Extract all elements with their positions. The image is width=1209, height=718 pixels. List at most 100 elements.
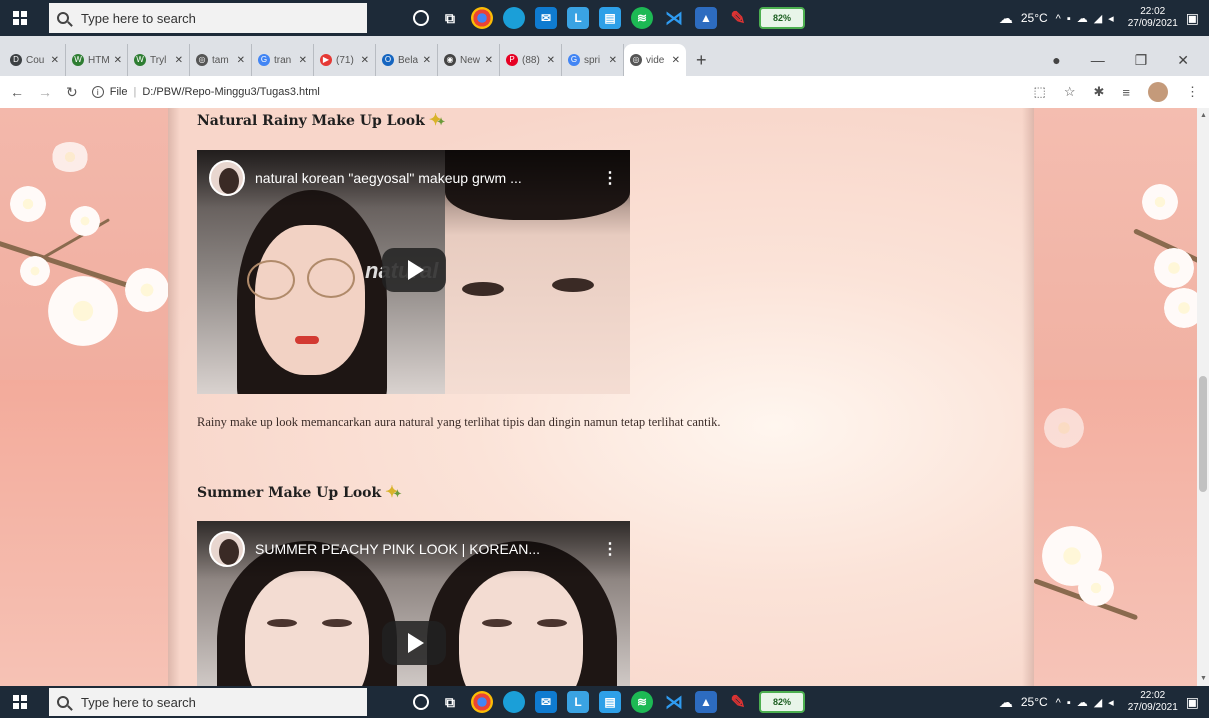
- store-icon[interactable]: L: [567, 7, 589, 29]
- video-player-2[interactable]: SUMMER PEACHY PINK LOOK | KOREAN... ⋮: [197, 521, 630, 686]
- tab-6[interactable]: O Bela ✕: [376, 44, 438, 76]
- mail-icon[interactable]: ✉: [535, 691, 557, 713]
- sparkle-icon: [429, 110, 447, 130]
- minimize-icon[interactable]: —: [1091, 52, 1105, 68]
- channel-avatar[interactable]: [209, 531, 245, 567]
- translate-icon[interactable]: ⬚: [1034, 84, 1046, 100]
- tab-9[interactable]: Gspri ✕: [562, 44, 624, 76]
- store-icon[interactable]: L: [567, 691, 589, 713]
- video-menu-icon[interactable]: ⋮: [602, 539, 618, 559]
- tab-close-icon[interactable]: ✕: [672, 55, 680, 66]
- edge-icon[interactable]: [503, 7, 525, 29]
- tab-close-icon[interactable]: ✕: [485, 55, 493, 66]
- task-view-icon[interactable]: ⧉: [439, 691, 461, 713]
- tab-close-icon[interactable]: ✕: [361, 55, 369, 66]
- video-title[interactable]: SUMMER PEACHY PINK LOOK | KOREAN...: [255, 541, 565, 557]
- cortana-icon[interactable]: [413, 10, 429, 26]
- tab-favicon-icon: ◉: [444, 54, 456, 66]
- battery-app-icon[interactable]: 82%: [759, 7, 805, 29]
- tab-label: Bela: [398, 54, 419, 66]
- page-viewport: Natural Rainy Make Up Look natural natur…: [0, 108, 1197, 686]
- extensions-icon[interactable]: ✱: [1094, 84, 1105, 100]
- start-button[interactable]: [0, 0, 40, 36]
- tab-favicon-icon: ▶: [320, 54, 332, 66]
- vscode-icon[interactable]: ⋊: [663, 691, 685, 713]
- url-text: D:/PBW/Repo-Minggu3/Tugas3.html: [142, 86, 320, 98]
- tab-close-icon[interactable]: ✕: [237, 55, 245, 66]
- tab-3[interactable]: ◎ tam ✕: [190, 44, 252, 76]
- tab-4[interactable]: Gtran ✕: [252, 44, 314, 76]
- play-button[interactable]: [382, 621, 446, 665]
- notification-icon[interactable]: ▣: [1186, 10, 1199, 27]
- maximize-icon[interactable]: ❐: [1135, 52, 1148, 69]
- video-player-1[interactable]: natural natural korean "aegyosal" makeup…: [197, 150, 630, 394]
- tab-favicon-icon: O: [382, 54, 394, 66]
- files-icon[interactable]: ▤: [599, 691, 621, 713]
- notification-icon[interactable]: ▣: [1186, 694, 1199, 711]
- photos-icon[interactable]: ▲: [695, 7, 717, 29]
- spotify-icon[interactable]: ≋: [631, 691, 653, 713]
- profile-dot-icon[interactable]: ●: [1052, 52, 1060, 68]
- reload-icon[interactable]: ↻: [66, 84, 78, 101]
- weather-temp[interactable]: 25°C: [1021, 695, 1048, 709]
- video-title[interactable]: natural korean "aegyosal" makeup grwm ..…: [255, 170, 565, 186]
- forward-icon[interactable]: →: [38, 84, 52, 100]
- page-scrollbar[interactable]: ▲ ▼: [1197, 108, 1209, 686]
- tray-icons[interactable]: ^▪☁◢◂: [1056, 696, 1120, 709]
- menu-kebab-icon[interactable]: ⋮: [1186, 84, 1199, 100]
- new-tab-button[interactable]: +: [686, 44, 717, 76]
- photos-icon[interactable]: ▲: [695, 691, 717, 713]
- play-button[interactable]: [382, 248, 446, 292]
- clock[interactable]: 22:02 27/09/2021: [1128, 6, 1178, 30]
- tab-strip: D Cou ✕ W HTM ✕ W Tryl ✕ ◎ tam ✕ Gtran ✕ ▶ (71) ✕ O Bela ✕ ◉…: [0, 36, 1209, 76]
- scroll-up-icon[interactable]: ▲: [1200, 112, 1207, 119]
- chrome-icon[interactable]: [471, 691, 493, 713]
- tab-close-icon[interactable]: ✕: [114, 55, 122, 66]
- taskbar-search-box[interactable]: Type here to search: [49, 688, 367, 716]
- channel-avatar[interactable]: [209, 160, 245, 196]
- tray-icons[interactable]: ^▪☁◢◂: [1056, 12, 1120, 25]
- taskbar-search-placeholder: Type here to search: [81, 694, 196, 710]
- weather-temp[interactable]: 25°C: [1021, 11, 1048, 25]
- vscode-icon[interactable]: ⋊: [663, 7, 685, 29]
- taskbar-search-box[interactable]: Type here to search: [49, 3, 367, 33]
- reading-list-icon[interactable]: ≡: [1122, 85, 1130, 100]
- bookmark-star-icon[interactable]: ☆: [1064, 84, 1076, 100]
- spotify-icon[interactable]: ≋: [631, 7, 653, 29]
- tab-7[interactable]: ◉ New ✕: [438, 44, 500, 76]
- clock[interactable]: 22:02 27/09/2021: [1128, 690, 1178, 714]
- scroll-down-icon[interactable]: ▼: [1200, 675, 1207, 682]
- weather-icon[interactable]: ☁: [999, 694, 1013, 711]
- cortana-icon[interactable]: [413, 694, 429, 710]
- mail-icon[interactable]: ✉: [535, 7, 557, 29]
- address-bar[interactable]: i File | D:/PBW/Repo-Minggu3/Tugas3.html: [91, 86, 320, 98]
- tab-close-icon[interactable]: ✕: [51, 55, 59, 66]
- edge-icon[interactable]: [503, 691, 525, 713]
- back-icon[interactable]: ←: [10, 84, 24, 100]
- files-icon[interactable]: ▤: [599, 7, 621, 29]
- tab-close-icon[interactable]: ✕: [423, 55, 431, 66]
- tab-close-icon[interactable]: ✕: [175, 55, 183, 66]
- tab-0[interactable]: D Cou ✕: [4, 44, 66, 76]
- profile-avatar[interactable]: [1148, 82, 1168, 102]
- tab-5[interactable]: ▶ (71) ✕: [314, 44, 376, 76]
- tab-close-icon[interactable]: ✕: [299, 55, 307, 66]
- video-menu-icon[interactable]: ⋮: [602, 168, 618, 188]
- tab-1[interactable]: W HTM ✕: [66, 44, 128, 76]
- pdf-icon[interactable]: ✎: [727, 7, 749, 29]
- tab-close-icon[interactable]: ✕: [547, 55, 555, 66]
- task-view-icon[interactable]: ⧉: [439, 7, 461, 29]
- info-icon[interactable]: i: [91, 86, 104, 98]
- pdf-icon[interactable]: ✎: [727, 691, 749, 713]
- start-button[interactable]: [0, 686, 40, 718]
- tab-8[interactable]: P (88) ✕: [500, 44, 562, 76]
- tab-favicon-icon: G: [568, 54, 580, 66]
- scrollbar-thumb[interactable]: [1199, 376, 1207, 492]
- battery-app-icon[interactable]: 82%: [759, 691, 805, 713]
- tab-close-icon[interactable]: ✕: [609, 55, 617, 66]
- weather-icon[interactable]: ☁: [999, 10, 1013, 27]
- close-window-icon[interactable]: ✕: [1177, 52, 1189, 69]
- chrome-icon[interactable]: [471, 7, 493, 29]
- tab-10[interactable]: ◎ vide ✕: [624, 44, 686, 76]
- tab-2[interactable]: W Tryl ✕: [128, 44, 190, 76]
